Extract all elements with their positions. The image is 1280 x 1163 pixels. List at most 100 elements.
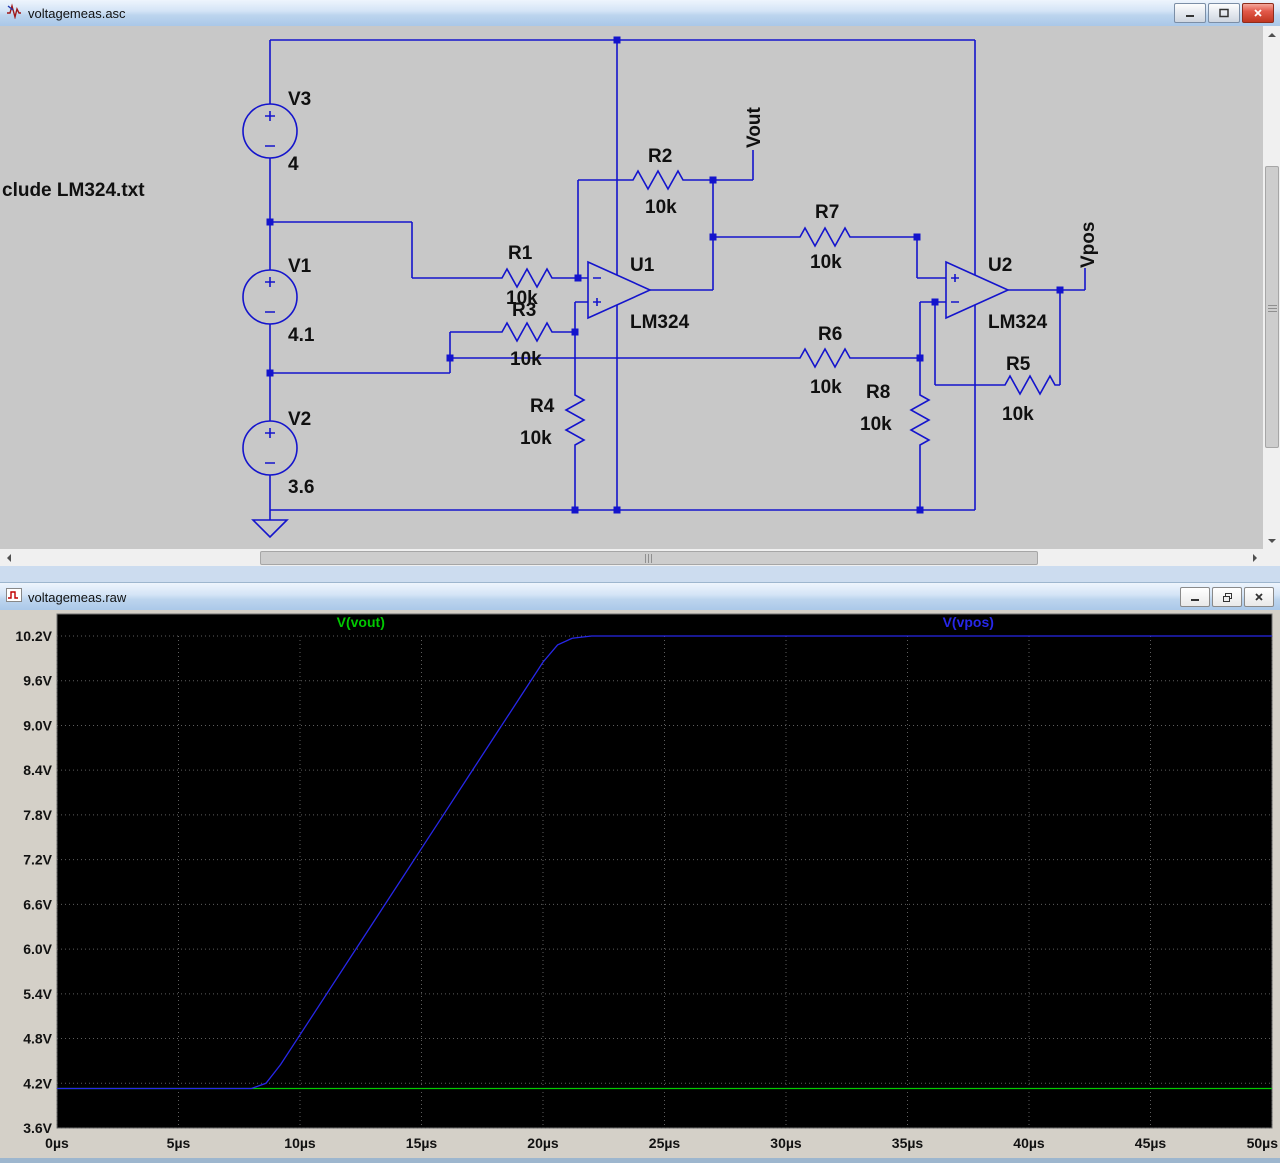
u2-name-label[interactable]: U2	[988, 255, 1012, 276]
legend-V(vpos)[interactable]: V(vpos)	[943, 614, 994, 630]
maximize-icon	[1219, 8, 1229, 18]
v1-name-label[interactable]: V1	[288, 256, 312, 277]
waveform-file-icon[interactable]	[6, 587, 22, 608]
x-tick-label: 40µs	[1013, 1135, 1045, 1151]
r2-resistor-symbol[interactable]	[627, 170, 689, 190]
r7-name-label[interactable]: R7	[815, 202, 839, 223]
legend-V(vout)[interactable]: V(vout)	[337, 614, 385, 630]
r5-name-label[interactable]: R5	[1006, 354, 1031, 375]
y-tick-label: 7.8V	[23, 807, 52, 823]
r1-resistor-symbol[interactable]	[496, 268, 558, 288]
r3-value-label[interactable]: 10k	[510, 349, 542, 370]
schematic-wires[interactable]	[269, 39, 1086, 520]
scrollbar-corner	[1263, 549, 1280, 566]
r7-value-label[interactable]: 10k	[810, 252, 842, 273]
scroll-up-arrow[interactable]	[1263, 26, 1280, 43]
scroll-right-arrow[interactable]	[1246, 549, 1263, 566]
net-label-vpos[interactable]: Vpos	[1078, 222, 1099, 268]
r3-resistor-symbol[interactable]	[496, 322, 558, 342]
maximize-button[interactable]	[1208, 3, 1240, 23]
scroll-down-arrow[interactable]	[1263, 532, 1280, 549]
y-tick-label: 8.4V	[23, 762, 52, 778]
net-label-vout[interactable]: Vout	[744, 107, 765, 148]
r1-name-label[interactable]: R1	[508, 243, 533, 264]
close-icon	[1255, 593, 1263, 601]
v2-name-label[interactable]: V2	[288, 409, 311, 430]
r2-name-label[interactable]: R2	[648, 146, 672, 167]
x-tick-label: 45µs	[1135, 1135, 1167, 1151]
r5-resistor-symbol[interactable]	[999, 375, 1061, 395]
v3-source-symbol[interactable]	[242, 103, 298, 159]
y-tick-label: 9.6V	[23, 673, 52, 689]
y-tick-label: 9.0V	[23, 717, 52, 733]
y-tick-label: 5.4V	[23, 986, 52, 1002]
waveform-pane[interactable]: 0µs 5µs 10µs 15µs 20µs 25µs 30µs 35µs 40µs 45µs 50…	[0, 610, 1280, 1158]
ground-symbol[interactable]	[251, 519, 289, 539]
close-icon	[1254, 9, 1262, 17]
y-tick-label: 6.6V	[23, 896, 52, 912]
vertical-scrollbar-thumb[interactable]	[1265, 166, 1279, 448]
schematic-drawing: clude LM324.txt V3 4 V1 4.1 V2 3.6 R1 10…	[2, 36, 1099, 539]
minimize-icon	[1191, 599, 1199, 601]
r6-resistor-symbol[interactable]	[794, 348, 856, 368]
y-tick-label: 4.2V	[23, 1075, 52, 1091]
waveform-window: voltagemeas.raw 0µs 5µs 10µs 15µs 20µs 25µs 30…	[0, 574, 1280, 1158]
x-tick-label: 25µs	[649, 1135, 681, 1151]
r2-value-label[interactable]: 10k	[645, 197, 677, 218]
junction-dots	[266, 36, 1064, 514]
r4-value-label[interactable]: 10k	[520, 428, 552, 449]
v3-value-label[interactable]: 4	[288, 154, 299, 175]
r7-resistor-symbol[interactable]	[794, 227, 856, 247]
u2-model-label[interactable]: LM324	[988, 312, 1048, 333]
minimize-button[interactable]	[1174, 3, 1206, 23]
r6-value-label[interactable]: 10k	[810, 377, 842, 398]
schematic-canvas[interactable]: clude LM324.txt V3 4 V1 4.1 V2 3.6 R1 10…	[0, 26, 1263, 549]
close-button[interactable]	[1242, 3, 1274, 23]
u1-model-label[interactable]: LM324	[630, 312, 690, 333]
arrow-left-icon	[6, 553, 11, 562]
arrow-up-icon	[1267, 32, 1276, 37]
y-tick-label: 3.6V	[23, 1120, 52, 1136]
minimize-button[interactable]	[1180, 587, 1210, 607]
waveform-titlebar[interactable]: voltagemeas.raw	[0, 582, 1280, 612]
arrow-right-icon	[1252, 553, 1257, 562]
restore-icon	[1222, 592, 1232, 602]
waveform-plot: 0µs 5µs 10µs 15µs 20µs 25µs 30µs 35µs 40µs 45µs 50…	[0, 610, 1280, 1158]
spice-directive-label[interactable]: clude LM324.txt	[2, 180, 145, 201]
x-tick-label: 0µs	[45, 1135, 69, 1151]
r6-name-label[interactable]: R6	[818, 324, 842, 345]
scrollbar-grip	[1267, 302, 1277, 312]
schematic-window: voltagemeas.asc clude LM324.txt V3 4 V1 …	[0, 0, 1280, 574]
horizontal-scrollbar[interactable]	[0, 549, 1263, 566]
x-tick-label: 20µs	[527, 1135, 559, 1151]
scrollbar-grip	[644, 553, 654, 563]
v1-value-label[interactable]: 4.1	[288, 325, 315, 346]
x-tick-label: 30µs	[770, 1135, 802, 1151]
y-tick-label: 7.2V	[23, 852, 52, 868]
x-tick-label: 5µs	[167, 1135, 191, 1151]
r4-name-label[interactable]: R4	[530, 396, 555, 417]
y-tick-label: 10.2V	[15, 628, 52, 644]
r8-resistor-symbol[interactable]	[910, 389, 930, 451]
v1-source-symbol[interactable]	[242, 269, 298, 325]
v3-name-label[interactable]: V3	[288, 89, 311, 110]
y-tick-label: 4.8V	[23, 1031, 52, 1047]
x-tick-label: 10µs	[284, 1135, 316, 1151]
ltspice-schematic-icon[interactable]	[6, 2, 22, 24]
y-tick-label: 6.0V	[23, 941, 52, 957]
v2-value-label[interactable]: 3.6	[288, 477, 314, 498]
r3-name-label[interactable]: R3	[512, 300, 536, 321]
vertical-scrollbar[interactable]	[1263, 26, 1280, 549]
r8-name-label[interactable]: R8	[866, 382, 890, 403]
restore-button[interactable]	[1212, 587, 1242, 607]
schematic-titlebar[interactable]: voltagemeas.asc	[0, 0, 1280, 27]
r4-resistor-symbol[interactable]	[565, 389, 585, 451]
plot-area[interactable]	[56, 613, 1273, 1129]
r8-value-label[interactable]: 10k	[860, 414, 892, 435]
scroll-left-arrow[interactable]	[0, 549, 17, 566]
r5-value-label[interactable]: 10k	[1002, 404, 1034, 425]
u1-name-label[interactable]: U1	[630, 255, 655, 276]
close-button[interactable]	[1244, 587, 1274, 607]
horizontal-scrollbar-thumb[interactable]	[260, 551, 1038, 565]
waveform-window-title: voltagemeas.raw	[28, 589, 127, 605]
